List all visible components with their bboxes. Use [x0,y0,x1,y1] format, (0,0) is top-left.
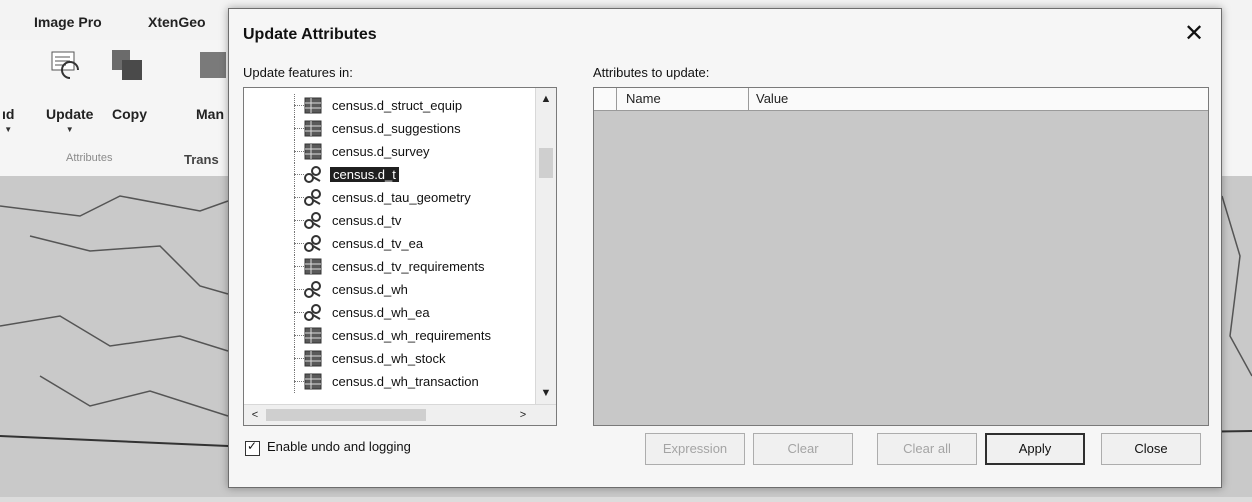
expression-button[interactable]: Expression [645,433,745,465]
table-icon [304,97,322,114]
grid-column-value[interactable]: Value [756,91,788,106]
tree-connector [294,151,304,152]
table-icon [304,350,322,367]
tree-item-label: census.d_wh_ea [332,305,430,320]
tree-item-label: census.d_tau_geometry [332,190,471,205]
dialog-title: Update Attributes [243,26,377,43]
clear-button[interactable]: Clear [753,433,853,465]
tree-item[interactable]: census.d_tv [244,209,536,232]
table-icon [304,258,322,275]
tree-item[interactable]: census.d_survey [244,140,536,163]
enable-undo-label: Enable undo and logging [267,439,411,454]
copy-button[interactable]: Copy [112,106,147,122]
tree-connector [294,312,304,313]
tree-connector [294,174,304,175]
tree-item[interactable]: census.d_wh_transaction [244,370,536,393]
clear-all-button[interactable]: Clear all [877,433,977,465]
tree-item[interactable]: census.d_tv_requirements [244,255,536,278]
geometry-layer-icon [304,166,322,183]
grid-column-separator [616,88,617,110]
scroll-up-icon[interactable]: ▲ [536,90,556,108]
tree-item[interactable]: census.d_suggestions [244,117,536,140]
feature-tree[interactable]: census.d_struct_equip census.d_suggestion… [243,87,557,426]
update-icon [51,51,79,79]
tree-connector [294,128,304,129]
geometry-layer-icon [304,304,322,321]
tree-item[interactable]: census.d_wh_ea [244,301,536,324]
apply-button[interactable]: Apply [985,433,1085,465]
scroll-down-icon[interactable]: ▼ [536,384,556,402]
tree-item-label: census.d_tv [332,213,402,228]
tree-connector [294,358,304,359]
manage-icon [200,52,226,78]
scroll-right-icon[interactable]: > [514,405,532,425]
hscroll-thumb[interactable] [266,409,426,421]
manage-button[interactable]: Man [196,106,224,122]
tree-item-label: census.d_wh_transaction [332,374,479,389]
attributes-grid[interactable]: Name Value [593,87,1209,426]
tree-connector [294,266,304,267]
tree-item-label: census.d_wh_stock [332,351,446,366]
tree-item-label: census.d_survey [332,144,430,159]
geometry-layer-icon [304,281,322,298]
table-icon [304,373,322,390]
tree-item-label: census.d_tv_requirements [332,259,485,274]
enable-undo-checkbox[interactable] [245,439,260,456]
tree-item[interactable]: census.d_wh_requirements [244,324,536,347]
tree-vertical-scrollbar[interactable]: ▲ ▼ [535,88,556,404]
tree-connector [294,220,304,221]
update-features-label: Update features in: [243,65,353,80]
close-button[interactable]: Close [1101,433,1201,465]
tree-item[interactable]: census.d_struct_equip [244,94,536,117]
tree-item[interactable]: census.d_wh [244,278,536,301]
tree-connector [294,105,304,106]
ribbon-button-partial[interactable]: ıd ▼ [2,106,14,134]
geometry-layer-icon [304,189,322,206]
table-icon [304,143,322,160]
update-attributes-dialog: Update Attributes ✕ Update features in: … [228,8,1222,488]
tree-connector [294,381,304,382]
geometry-layer-icon [304,212,322,229]
tree-item[interactable]: census.d_wh_stock [244,347,536,370]
tree-connector [294,335,304,336]
tree-item-label: census.d_tv_ea [332,236,424,251]
geometry-layer-icon [304,235,322,252]
grid-column-name[interactable]: Name [626,91,661,106]
tree-connector [294,197,304,198]
tree-item-label: census.d_wh [332,282,408,297]
grid-header: Name Value [594,88,1208,111]
update-button[interactable]: Update ▼ [46,106,93,134]
tree-item[interactable]: census.d_tv_ea [244,232,536,255]
tree-horizontal-scrollbar[interactable]: < > [244,404,556,425]
close-icon[interactable]: ✕ [1179,19,1209,49]
tree-item-label: census.d_suggestions [332,121,461,136]
tree-item[interactable]: census.d_tau_geometry [244,186,536,209]
grid-column-separator [748,88,749,110]
attributes-to-update-label: Attributes to update: [593,65,710,80]
tree-item-label: census.d_t [330,167,399,182]
tree-rows: census.d_struct_equip census.d_suggestion… [244,94,536,393]
tree-item[interactable]: census.d_t [244,163,536,186]
scroll-left-icon[interactable]: < [246,405,264,425]
group-label-trans: Trans [184,152,219,167]
tree-connector [294,289,304,290]
tree-connector [294,243,304,244]
tab-image-pro[interactable]: Image Pro [34,14,102,30]
tab-xtengeo[interactable]: XtenGeo [148,14,206,30]
group-label-attributes: Attributes [66,152,113,164]
tree-item-label: census.d_wh_requirements [332,328,491,343]
copy-icon [112,50,142,80]
scroll-thumb[interactable] [539,148,553,178]
tree-item-label: census.d_struct_equip [332,98,463,113]
table-icon [304,327,322,344]
table-icon [304,120,322,137]
